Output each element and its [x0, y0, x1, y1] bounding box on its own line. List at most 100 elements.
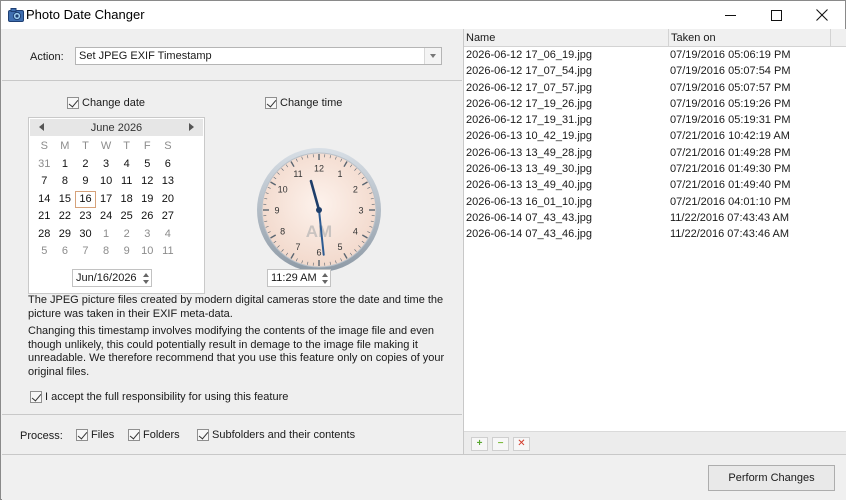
file-row[interactable]: 2026-06-12 17_07_54.jpg 07/19/2016 05:07:… [464, 64, 846, 80]
calendar-day[interactable]: 16 [75, 190, 96, 208]
calendar-day[interactable]: 10 [96, 173, 117, 191]
checkbox-checked-icon[interactable] [76, 429, 88, 441]
calendar-day[interactable]: 1 [96, 226, 117, 244]
calendar-day[interactable]: 21 [34, 208, 55, 226]
app-window: Photo Date Changer Action: Set JPEG EXIF… [0, 0, 846, 500]
calendar-month-title[interactable]: June 2026 [30, 122, 203, 134]
calendar-day[interactable]: 28 [34, 226, 55, 244]
calendar-day[interactable]: 11 [158, 243, 179, 261]
calendar-day[interactable]: 5 [34, 243, 55, 261]
checkbox-checked-icon[interactable] [30, 391, 42, 403]
calendar-day[interactable]: 9 [75, 173, 96, 191]
checkbox-checked-icon[interactable] [265, 97, 277, 109]
chevron-down-icon[interactable] [424, 48, 441, 64]
file-taken-on: 07/19/2016 05:07:57 PM [670, 81, 791, 94]
weekday-header: W [100, 140, 112, 152]
change-date-checkbox[interactable]: Change date [67, 97, 145, 109]
calendar-day[interactable]: 25 [116, 208, 137, 226]
close-button[interactable] [799, 1, 845, 29]
files-checkbox[interactable]: Files [76, 429, 114, 441]
calendar-day[interactable]: 1 [55, 156, 76, 174]
calendar-day[interactable]: 13 [158, 173, 179, 191]
calendar-day[interactable]: 7 [34, 173, 55, 191]
file-row[interactable]: 2026-06-12 17_06_19.jpg 07/19/2016 05:06:… [464, 48, 846, 64]
clock-number: 3 [358, 206, 363, 216]
file-row[interactable]: 2026-06-12 17_07_57.jpg 07/19/2016 05:07:… [464, 81, 846, 97]
calendar-day[interactable]: 8 [55, 173, 76, 191]
accept-label: I accept the full responsibility for usi… [45, 391, 289, 403]
calendar-day[interactable]: 3 [96, 156, 117, 174]
weekday-header: S [40, 140, 48, 152]
spin-arrows-icon[interactable] [321, 272, 328, 285]
calendar-day[interactable]: 5 [137, 156, 158, 174]
column-header-name[interactable]: Name [464, 29, 669, 47]
spin-arrows-icon[interactable] [142, 272, 149, 285]
maximize-icon [770, 9, 782, 21]
clear-icon[interactable]: ✕ [513, 437, 530, 451]
file-row[interactable]: 2026-06-14 07_43_46.jpg 11/22/2016 07:43:… [464, 227, 846, 243]
calendar-day[interactable]: 4 [116, 156, 137, 174]
calendar-day[interactable]: 17 [96, 191, 117, 209]
accept-responsibility-checkbox[interactable]: I accept the full responsibility for usi… [30, 391, 288, 403]
calendar-day[interactable]: 11 [116, 173, 137, 191]
file-row[interactable]: 2026-06-13 10_42_19.jpg 07/21/2016 10:42:… [464, 129, 846, 145]
file-row[interactable]: 2026-06-12 17_19_31.jpg 07/19/2016 05:19:… [464, 113, 846, 129]
calendar-day[interactable]: 18 [116, 191, 137, 209]
checkbox-checked-icon[interactable] [67, 97, 79, 109]
calendar-day[interactable]: 20 [158, 191, 179, 209]
calendar-day[interactable]: 3 [137, 226, 158, 244]
calendar-day[interactable]: 6 [158, 156, 179, 174]
file-taken-on: 07/19/2016 05:07:54 PM [670, 65, 791, 78]
maximize-button[interactable] [753, 1, 799, 29]
file-list-toolbar: + − ✕ [464, 431, 846, 454]
remove-icon[interactable]: − [492, 437, 509, 451]
file-row[interactable]: 2026-06-13 13_49_40.jpg 07/21/2016 01:49:… [464, 178, 846, 194]
calendar-day[interactable]: 9 [116, 243, 137, 261]
calendar-day[interactable]: 31 [34, 156, 55, 174]
action-dropdown[interactable]: Set JPEG EXIF Timestamp [75, 47, 442, 65]
calendar-day[interactable]: 6 [55, 243, 76, 261]
subfolders-checkbox[interactable]: Subfolders and their contents [197, 429, 355, 441]
file-list-panel: Name Taken on 2026-06-12 17_06_19.jpg 07/… [463, 29, 846, 454]
calendar-day[interactable]: 29 [55, 226, 76, 244]
calendar-day[interactable]: 22 [55, 208, 76, 226]
file-row[interactable]: 2026-06-14 07_43_43.jpg 11/22/2016 07:43:… [464, 211, 846, 227]
calendar-day[interactable]: 2 [116, 226, 137, 244]
calendar-day[interactable]: 7 [75, 243, 96, 261]
file-row[interactable]: 2026-06-13 13_49_28.jpg 07/21/2016 01:49:… [464, 146, 846, 162]
calendar-day[interactable]: 4 [158, 226, 179, 244]
time-value: 11:29 AM [271, 272, 317, 284]
calendar-day[interactable]: 23 [75, 208, 96, 226]
folders-label: Folders [143, 429, 180, 441]
calendar-day[interactable]: 2 [75, 156, 96, 174]
change-time-checkbox[interactable]: Change time [265, 97, 342, 109]
file-row[interactable]: 2026-06-13 16_01_10.jpg 07/21/2016 04:01:… [464, 195, 846, 211]
minimize-button[interactable] [707, 1, 753, 29]
file-name: 2026-06-14 07_43_43.jpg [466, 211, 593, 224]
analog-clock[interactable]: 121234567891011 AM [256, 147, 382, 273]
time-picker[interactable]: 11:29 AM [267, 269, 331, 287]
calendar-day[interactable]: 26 [137, 208, 158, 226]
process-section: Process: Files Folders Subfolders and th… [2, 414, 462, 454]
calendar-day[interactable]: 27 [158, 208, 179, 226]
date-picker[interactable]: Jun/16/2026 [72, 269, 152, 287]
folders-checkbox[interactable]: Folders [128, 429, 180, 441]
calendar-day[interactable]: 14 [34, 191, 55, 209]
calendar-day[interactable]: 15 [55, 191, 76, 209]
calendar-day[interactable]: 30 [75, 226, 96, 244]
column-header-taken-on[interactable]: Taken on [669, 29, 831, 47]
calendar-day[interactable]: 10 [137, 243, 158, 261]
checkbox-checked-icon[interactable] [128, 429, 140, 441]
calendar-day[interactable]: 24 [96, 208, 117, 226]
calendar-day[interactable]: 12 [137, 173, 158, 191]
process-label: Process: [20, 430, 63, 442]
calendar-day[interactable]: 19 [137, 191, 158, 209]
file-row[interactable]: 2026-06-13 13_49_30.jpg 07/21/2016 01:49:… [464, 162, 846, 178]
perform-changes-button[interactable]: Perform Changes [708, 465, 835, 491]
next-month-icon[interactable] [189, 123, 194, 131]
calendar-day[interactable]: 8 [96, 243, 117, 261]
file-taken-on: 07/21/2016 10:42:19 AM [670, 130, 790, 143]
checkbox-checked-icon[interactable] [197, 429, 209, 441]
file-row[interactable]: 2026-06-12 17_19_26.jpg 07/19/2016 05:19:… [464, 97, 846, 113]
add-icon[interactable]: + [471, 437, 488, 451]
